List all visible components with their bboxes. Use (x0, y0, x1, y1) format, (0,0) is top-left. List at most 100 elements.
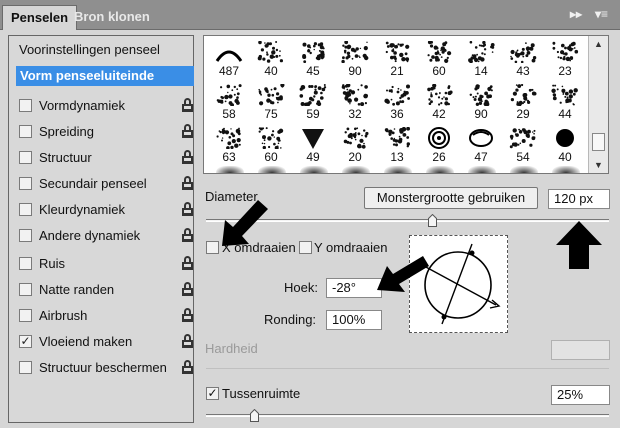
checkbox[interactable] (19, 125, 32, 138)
brush-setting-row[interactable]: ✓ Vloeiend maken (19, 332, 193, 352)
brush-preset-cell[interactable]: 43 (502, 38, 544, 79)
brush-preset-cell-partial[interactable] (258, 166, 286, 173)
brush-preset-cell-partial[interactable] (300, 166, 328, 173)
diameter-slider-thumb[interactable] (427, 214, 437, 227)
lock-icon[interactable] (181, 308, 193, 323)
checkbox-checked[interactable]: ✓ (19, 335, 32, 348)
brush-preset-cell[interactable]: 40 (544, 124, 586, 165)
scroll-down-icon[interactable]: ▼ (594, 160, 603, 170)
brush-preset-cell[interactable]: 60 (250, 124, 292, 165)
brush-tip-icon (469, 129, 493, 147)
brush-tip-shape-item[interactable]: Vorm penseeluiteinde (16, 66, 194, 86)
checkbox[interactable] (19, 283, 32, 296)
brush-preset-cell-partial[interactable] (426, 166, 454, 173)
lock-icon[interactable] (181, 98, 193, 113)
brush-preset-cell[interactable]: 60 (418, 38, 460, 79)
roundness-field[interactable]: 100% (326, 310, 382, 330)
brush-preset-cell[interactable]: 90 (460, 81, 502, 122)
lock-icon[interactable] (181, 282, 193, 297)
tab-bar: Penselen Bron klonen ▸▸ ▾≡ (0, 0, 620, 30)
lock-icon[interactable] (181, 124, 193, 139)
sample-size-button[interactable]: Monstergrootte gebruiken (364, 187, 538, 209)
brush-presets-link[interactable]: Voorinstellingen penseel (19, 42, 160, 57)
brush-preset-cell[interactable]: 36 (376, 81, 418, 122)
brush-size-label: 90 (348, 64, 362, 78)
brush-preset-cell[interactable]: 32 (334, 81, 376, 122)
roundness-label: Ronding: (264, 312, 317, 327)
brush-preset-cell[interactable]: 13 (376, 124, 418, 165)
brush-setting-label: Ruis (39, 256, 66, 271)
brush-tip-icon (343, 127, 369, 149)
brush-setting-row[interactable]: Structuur (19, 148, 193, 168)
checkbox[interactable] (19, 151, 32, 164)
brush-size-label: 32 (348, 107, 362, 121)
brush-setting-row[interactable]: Structuur beschermen (19, 358, 193, 378)
panel-menu-icon[interactable]: ▾≡ (595, 7, 608, 21)
checkbox[interactable] (19, 203, 32, 216)
brush-preset-cell[interactable]: 44 (544, 81, 586, 122)
checkbox[interactable] (19, 309, 32, 322)
brush-preset-cell-partial[interactable] (510, 166, 538, 173)
checkbox[interactable] (19, 361, 32, 374)
spacing-field[interactable]: 25% (551, 385, 610, 405)
brush-preset-cell[interactable]: 59 (292, 81, 334, 122)
scroll-thumb[interactable] (592, 133, 605, 151)
brush-preset-cell[interactable]: 75 (250, 81, 292, 122)
brush-setting-row[interactable]: Andere dynamiek (19, 226, 193, 246)
tab-bron-klonen[interactable]: Bron klonen (66, 5, 158, 30)
flip-y-checkbox[interactable] (299, 241, 312, 254)
brush-preset-cell[interactable]: 58 (208, 81, 250, 122)
brush-preset-cell-partial[interactable] (342, 166, 370, 173)
lock-icon[interactable] (181, 150, 193, 165)
brush-preset-cell-partial[interactable] (384, 166, 412, 173)
brush-setting-row[interactable]: Vormdynamiek (19, 96, 193, 116)
brush-setting-row[interactable]: Ruis (19, 254, 193, 274)
brush-preset-cell[interactable]: 47 (460, 124, 502, 165)
spacing-checkbox[interactable]: ✓ (206, 387, 219, 400)
checkbox[interactable] (19, 177, 32, 190)
lock-icon[interactable] (181, 176, 193, 191)
brush-preset-cell-partial[interactable] (216, 166, 244, 173)
lock-icon[interactable] (181, 360, 193, 375)
brush-preset-cell-partial[interactable] (552, 166, 580, 173)
brush-setting-row[interactable]: Airbrush (19, 306, 193, 326)
brush-preset-cell[interactable]: 14 (460, 38, 502, 79)
expand-panel-icon[interactable]: ▸▸ (570, 7, 582, 21)
brush-preset-cell[interactable]: 20 (334, 124, 376, 165)
brush-size-label: 47 (474, 150, 488, 164)
brush-preset-cell[interactable]: 487 (208, 38, 250, 79)
brush-preset-cell[interactable]: 63 (208, 124, 250, 165)
angle-field[interactable]: -28° (326, 278, 382, 298)
brush-size-label: 58 (222, 107, 236, 121)
brush-preset-cell[interactable]: 45 (292, 38, 334, 79)
brush-preset-cell[interactable]: 90 (334, 38, 376, 79)
brush-setting-row[interactable]: Spreiding (19, 122, 193, 142)
brush-grid-scrollbar[interactable]: ▲ ▼ (588, 36, 608, 173)
checkbox[interactable] (19, 257, 32, 270)
brush-preset-cell[interactable]: 29 (502, 81, 544, 122)
checkbox[interactable] (19, 229, 32, 242)
lock-icon[interactable] (181, 228, 193, 243)
brush-tip-icon (341, 84, 368, 106)
brush-setting-row[interactable]: Secundair penseel (19, 174, 193, 194)
lock-icon[interactable] (181, 256, 193, 271)
brush-tip-icon (302, 42, 325, 63)
brush-preset-cell[interactable]: 21 (376, 38, 418, 79)
brush-setting-row[interactable]: Natte randen (19, 280, 193, 300)
brush-preset-cell[interactable]: 23 (544, 38, 586, 79)
brush-preset-cell-partial[interactable] (468, 166, 496, 173)
brush-preset-cell[interactable]: 54 (502, 124, 544, 165)
checkbox[interactable] (19, 99, 32, 112)
spacing-slider[interactable] (206, 414, 609, 417)
brush-preset-cell[interactable]: 26 (418, 124, 460, 165)
spacing-slider-thumb[interactable] (250, 409, 260, 422)
diameter-field[interactable]: 120 px (548, 189, 610, 209)
brush-preset-cell[interactable]: 49 (292, 124, 334, 165)
brush-setting-label: Vloeiend maken (39, 334, 133, 349)
brush-setting-row[interactable]: Kleurdynamiek (19, 200, 193, 220)
brush-preset-cell[interactable]: 40 (250, 38, 292, 79)
lock-icon[interactable] (181, 202, 193, 217)
brush-preset-cell[interactable]: 42 (418, 81, 460, 122)
lock-icon[interactable] (181, 334, 193, 349)
scroll-up-icon[interactable]: ▲ (594, 39, 603, 49)
